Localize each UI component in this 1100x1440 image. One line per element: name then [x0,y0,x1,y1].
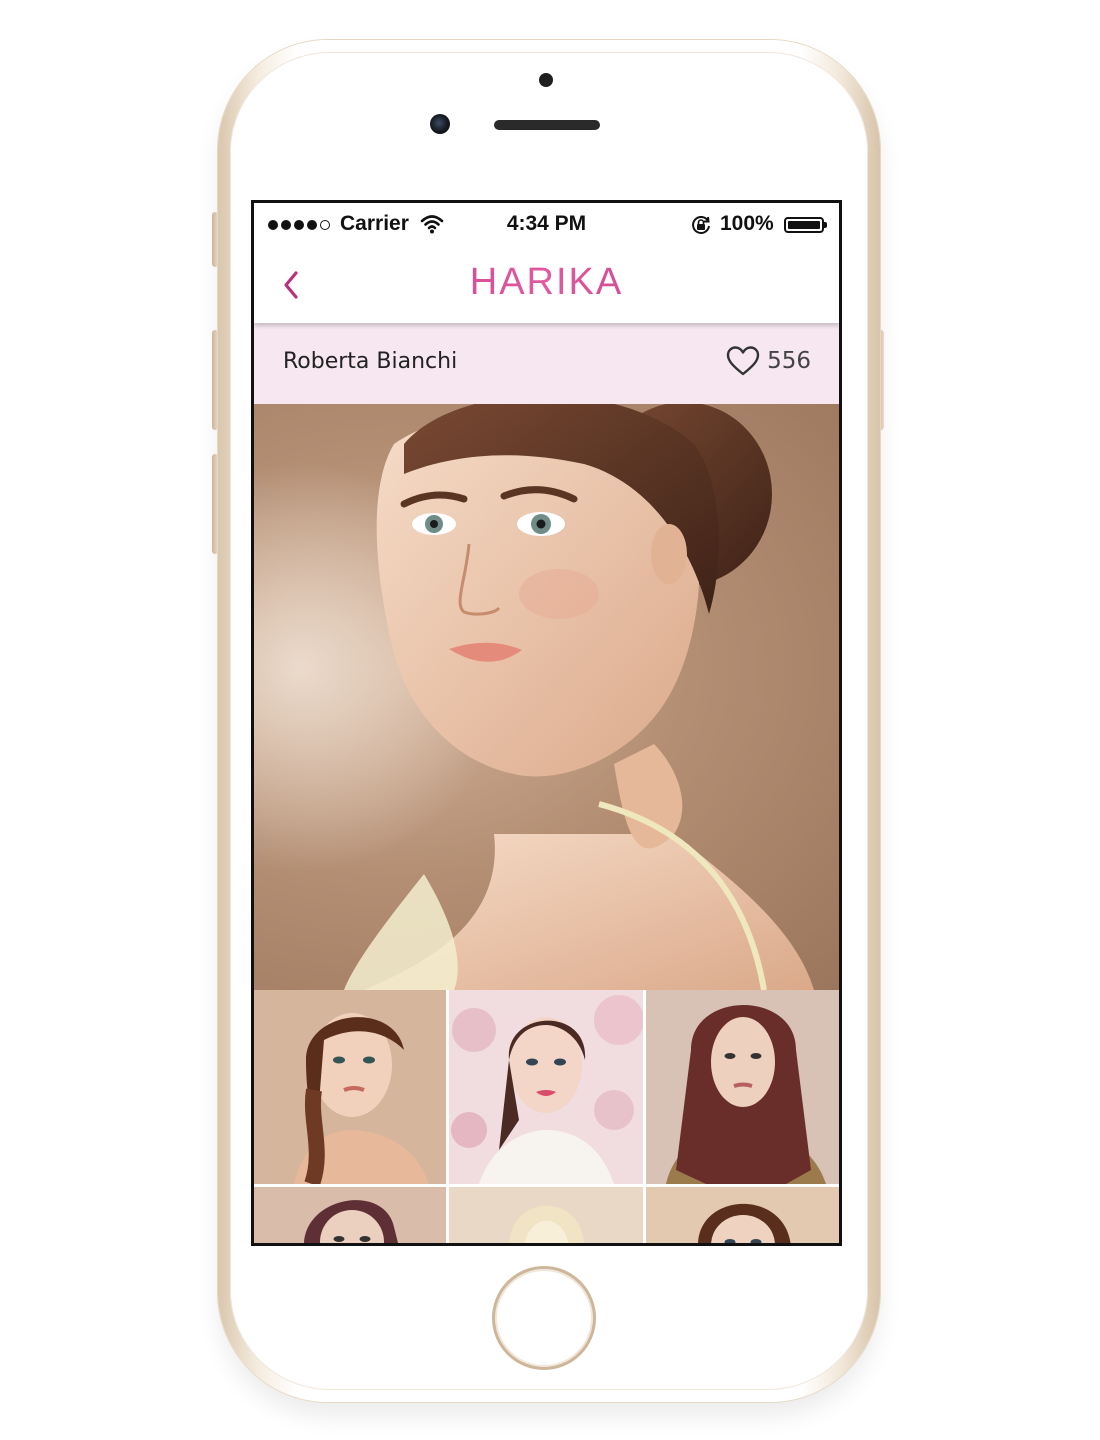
portrait-illustration [254,404,839,990]
status-bar: Carrier 4:34 PM 100% [254,203,839,247]
photo-gallery-grid [254,990,839,1243]
phone-mockup-stage: Carrier 4:34 PM 100% HARIKA Roberta Bian… [0,0,1100,1440]
auburn-hair-photo [254,1187,446,1243]
proximity-sensor [539,73,553,87]
gallery-thumbnail[interactable] [646,1187,839,1243]
gallery-thumbnail[interactable] [449,1187,643,1243]
orientation-lock-icon [692,216,710,234]
profile-header: Roberta Bianchi 556 [254,323,839,404]
gallery-thumbnail[interactable] [449,990,643,1184]
main-photo[interactable] [254,404,839,990]
earpiece-speaker [494,120,600,130]
app-logo-title: HARIKA [254,261,839,304]
gallery-thumbnail[interactable] [254,1187,446,1243]
battery-percentage: 100% [720,212,774,235]
gallery-thumbnail[interactable] [254,990,446,1184]
braided-hairstyle-photo [254,990,446,1184]
battery-icon [784,217,827,233]
long-straight-hair-photo [646,990,839,1184]
gallery-thumbnail[interactable] [646,990,839,1184]
front-camera-icon [430,114,450,134]
heart-icon [726,346,760,376]
like-button[interactable]: 556 [725,345,811,377]
navigation-bar: HARIKA [254,247,839,323]
brunette-curls-photo [646,1187,839,1243]
floral-background-photo [449,990,643,1184]
blonde-hair-photo [449,1187,643,1243]
app-screen: Carrier 4:34 PM 100% HARIKA Roberta Bian… [251,200,842,1246]
profile-name[interactable]: Roberta Bianchi [283,349,457,374]
likes-count: 556 [767,348,811,374]
home-button[interactable] [492,1266,596,1370]
